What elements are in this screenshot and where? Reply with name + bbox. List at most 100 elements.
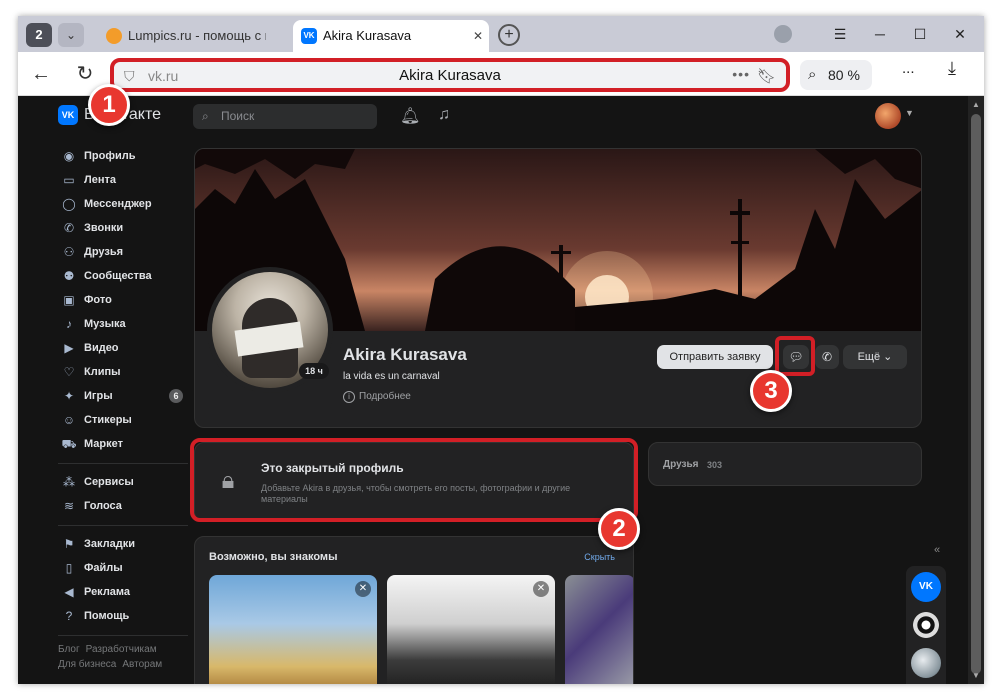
sidebar-item-label: Игры [84,390,113,402]
info-icon: i [343,391,355,403]
browser-profile-avatar[interactable] [774,25,792,43]
sidebar-item-friends[interactable]: ⚇ Друзья [58,240,188,264]
browser-more-button[interactable]: ... [902,60,915,77]
friends-icon: ⚇ [63,245,75,259]
footer-link-blog[interactable]: Блог [58,644,80,655]
sidebar-item-label: Голоса [84,500,122,512]
friends-count: 303 [707,460,723,470]
collapse-panel-icon[interactable]: « [934,544,940,556]
sidebar-item-photo[interactable]: ▣ Фото [58,288,188,312]
close-window-icon[interactable]: ✕ [940,16,980,52]
footer-link-developers[interactable]: Разработчикам [86,644,157,655]
tab-akira-kurasava[interactable]: VK Akira Kurasava ✕ [293,20,489,52]
footer-link-business[interactable]: Для бизнеса [58,659,116,670]
message-bubble-icon: 💬︎ [788,350,804,364]
close-tab-icon[interactable]: ✕ [473,20,483,52]
sidebar-item-communities[interactable]: ⚉ Сообщества [58,264,188,288]
profile-name: Akira Kurasava [343,345,467,364]
friends-block[interactable]: Друзья 303 [648,442,922,486]
ads-icon: ◀ [64,585,74,599]
sidebar-item-files[interactable]: ▯ Файлы [58,556,188,580]
close-icon[interactable]: ✕ [355,581,371,597]
hide-suggestions-link[interactable]: Скрыть [584,552,615,562]
more-dots-icon[interactable]: ••• [732,66,750,82]
games-icon: ✦ [63,389,75,403]
sidebar-item-bookmarks[interactable]: ⚑ Закладки [58,532,188,556]
sidebar-item-calls[interactable]: ✆ Звонки [58,216,188,240]
vk-app-icon[interactable]: VK [911,572,941,602]
footer-link-authors[interactable]: Авторам [122,659,162,670]
scrollbar-thumb[interactable] [971,114,981,674]
vk-logo-icon[interactable]: VK [58,105,78,125]
step-marker-1: 1 [88,84,130,126]
sidebar-item-stickers[interactable]: ☺ Стикеры [58,408,188,432]
search-input[interactable]: ⌕ Поиск [193,104,377,129]
minimize-icon[interactable]: ─ [860,16,900,52]
zoom-indicator[interactable]: ⌕ 80 % [800,60,872,90]
sidebar-item-label: Фото [84,294,112,306]
eye-app-icon[interactable] [911,610,941,640]
tab-counter[interactable]: 2 [26,23,52,47]
sidebar-item-label: Клипы [84,366,121,378]
files-icon: ▯ [65,561,73,575]
sidebar-item-music[interactable]: ♪ Музыка [58,312,188,336]
tab-lumpics[interactable]: Lumpics.ru - помощь с ко [98,20,288,52]
sidebar-item-market[interactable]: ⛟ Маркет [58,432,188,456]
bookmark-icon[interactable]: 🔖︎ [757,67,776,85]
suggestion-card[interactable]: ✕ [209,575,377,684]
send-friend-request-button[interactable]: Отправить заявку [657,345,773,369]
user-avatar[interactable] [875,103,901,129]
reload-icon[interactable]: ↻ [70,60,100,88]
zoom-value: 80 % [828,67,860,83]
scroll-down-icon[interactable]: ▼ [972,671,980,680]
message-button[interactable]: 💬︎ [783,345,809,369]
sidebar-item-label: Лента [84,174,116,186]
sidebar-item-ads[interactable]: ◀ Реклама [58,580,188,604]
close-icon[interactable]: ✕ [533,581,549,597]
sidebar-item-clips[interactable]: ♡ Клипы [58,360,188,384]
sidebar-item-feed[interactable]: ▭ Лента [58,168,188,192]
phone-icon: ✆ [63,221,75,235]
sidebar-item-votes[interactable]: ≋ Голоса [58,494,188,518]
sidebar-item-services[interactable]: ⁂ Сервисы [58,470,188,494]
new-tab-plus-icon[interactable]: + [498,24,520,46]
zoom-icon: ⌕ [808,66,817,83]
phone-icon: ✆ [821,350,833,364]
suggestion-card[interactable] [565,575,633,684]
profile-card: 18 ч Akira Kurasava la vida es un carnav… [194,148,922,428]
more-button[interactable]: Ещё ⌄ [843,345,907,369]
sidebar-item-label: Реклама [84,586,131,598]
scroll-up-icon[interactable]: ▲ [972,100,980,109]
menu-lines-icon[interactable]: ☰ [820,16,860,52]
sidebar-item-games[interactable]: ✦ Игры 6 [58,384,188,408]
feed-icon: ▭ [63,173,75,187]
sphere-app-icon[interactable] [911,648,941,678]
market-icon: ⛟ [61,437,77,451]
download-icon[interactable]: ⤓ [948,58,956,79]
back-arrow-icon[interactable]: ← [26,60,56,88]
profile-details-link[interactable]: i Подробнее [343,391,411,403]
maximize-icon[interactable]: ☐ [900,16,940,52]
sidebar-item-profile[interactable]: ◉ Профиль [58,144,188,168]
suggestion-card[interactable]: ✕ [387,575,555,684]
chevron-down-icon[interactable]: ▼ [905,108,914,118]
browser-toolbar: ← ↻ ⛉ vk.ru Akira Kurasava ••• 🔖︎ ⌕ 80 %… [18,52,984,96]
call-button[interactable]: ✆ [815,345,839,369]
sidebar-item-messenger[interactable]: ◯ Мессенджер [58,192,188,216]
stickers-icon: ☺ [62,413,76,427]
notifications-bell-icon[interactable]: 🔔︎ [400,106,420,126]
sidebar-item-label: Друзья [84,246,124,258]
sidebar-item-video[interactable]: ▶ Видео [58,336,188,360]
left-sidebar: ◉ Профиль ▭ Лента ◯ Мессенджер ✆ Звонки ⚇ Дру… [58,144,188,672]
votes-icon: ≋ [63,499,75,513]
music-note-icon[interactable]: ♫ [438,106,450,124]
help-icon: ? [65,609,73,623]
step-marker-2: 2 [598,508,640,550]
sidebar-item-help[interactable]: ? Помощь [58,604,188,628]
tab-list-chevron-icon[interactable]: ⌄ [58,23,84,47]
people-you-may-know: Возможно, вы знакомы Скрыть ✕ ✕ [194,536,634,684]
sidebar-item-label: Закладки [84,538,136,550]
more-label: Ещё [857,351,881,363]
address-bar[interactable]: ⛉ vk.ru Akira Kurasava ••• 🔖︎ [110,58,790,92]
page-scrollbar[interactable]: ▲ ▼ [968,96,984,684]
